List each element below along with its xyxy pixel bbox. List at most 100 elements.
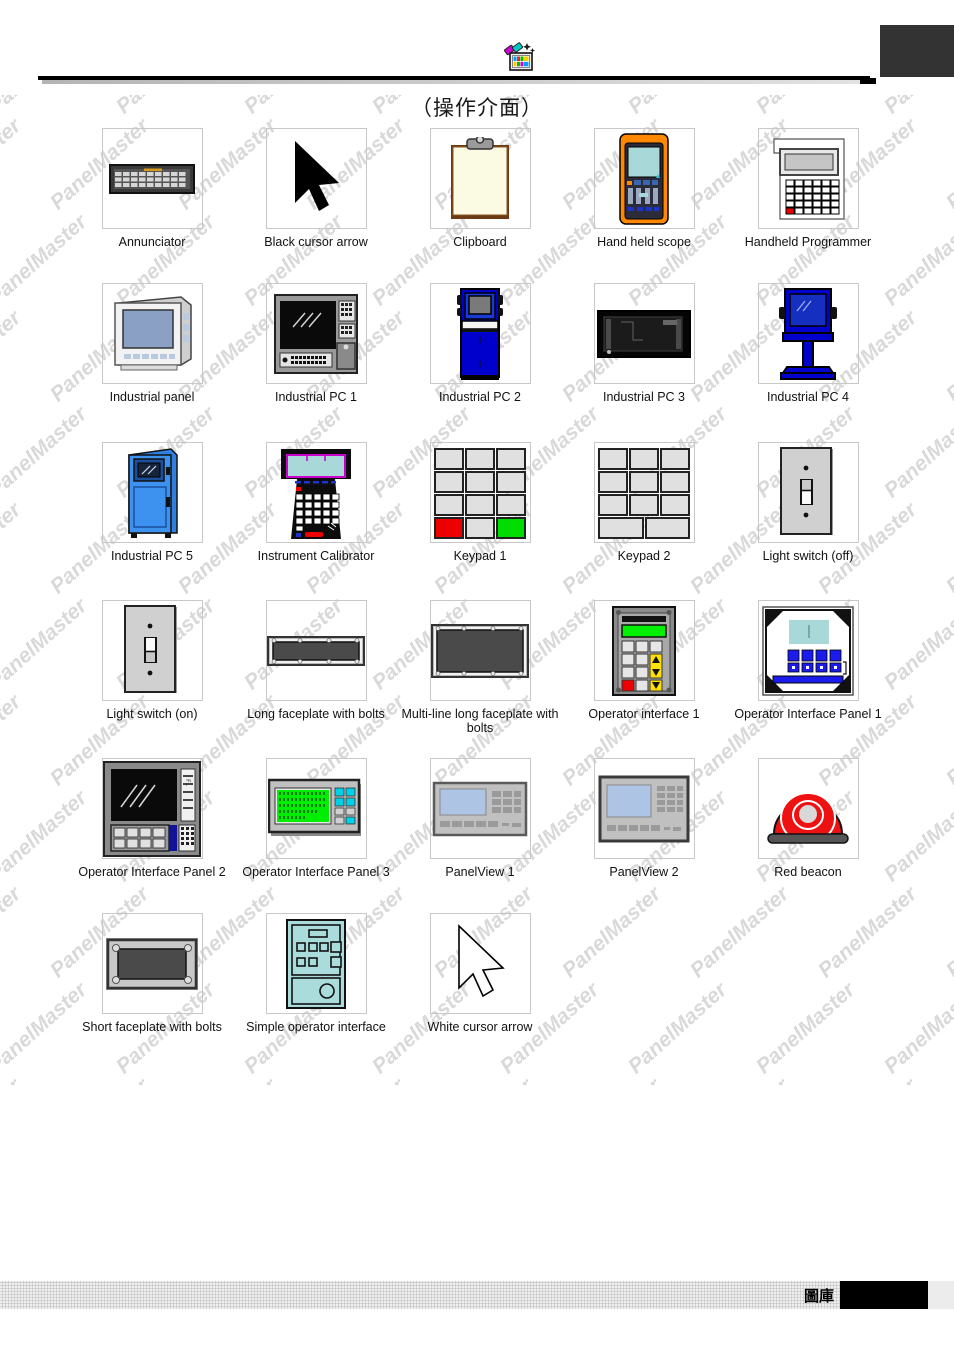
industrial-pc-2-icon[interactable]	[429, 283, 531, 384]
keypad-2-icon[interactable]	[593, 442, 695, 543]
gallery-item-handheld-programmer[interactable]: Handheld Programmer	[726, 128, 890, 283]
simple-operator-interface-icon[interactable]	[265, 913, 367, 1014]
watermark-text: PanelMaster	[942, 1074, 954, 1085]
gallery-item-black-cursor-arrow[interactable]: Black cursor arrow	[234, 128, 398, 283]
gallery-item-operator-interface-panel-2[interactable]: F1 Operator Interface Panel 2	[70, 758, 234, 913]
watermark-text: PanelMaster	[814, 1074, 922, 1085]
gallery-item-long-faceplate-with-bolts[interactable]: Long faceplate with bolts	[234, 600, 398, 758]
footer-label: 圖庫	[803, 1287, 834, 1305]
operator-interface-panel-2-icon[interactable]: F1	[101, 758, 203, 859]
gallery-item-instrument-calibrator[interactable]: Instrument Calibrator	[234, 442, 398, 600]
watermark-text: PanelMaster	[0, 498, 26, 599]
gallery-item-simple-operator-interface[interactable]: Simple operator interface	[234, 913, 398, 1053]
gallery-item-label: Industrial PC 2	[439, 390, 521, 404]
black-cursor-arrow-icon[interactable]	[265, 128, 367, 229]
light-switch-off-icon[interactable]	[757, 442, 859, 543]
watermark-text: PanelMaster	[879, 402, 954, 503]
watermark-text: PanelMaster	[879, 210, 954, 311]
instrument-calibrator-icon[interactable]	[265, 442, 367, 543]
gallery-item-label: Industrial PC 4	[767, 390, 849, 404]
gallery-item-hand-held-scope[interactable]: Hand held scope	[562, 128, 726, 283]
gallery-item-industrial-pc-2[interactable]: Industrial PC 2	[398, 283, 562, 442]
gallery-item-keypad-2[interactable]: Keypad 2	[562, 442, 726, 600]
gallery-item-label: PanelView 2	[609, 865, 679, 879]
gallery-item-label: Operator interface 1	[588, 707, 700, 721]
svg-text:F1: F1	[184, 779, 191, 787]
short-faceplate-with-bolts-icon[interactable]	[101, 913, 203, 1014]
corner-marker-tab	[860, 78, 876, 84]
gallery-item-industrial-pc-5[interactable]: Industrial PC 5	[70, 442, 234, 600]
industrial-pc-5-icon[interactable]	[101, 442, 203, 543]
watermark-text: PanelMaster	[879, 594, 954, 695]
gallery-item-label: Annunciator	[118, 235, 186, 249]
gallery-item-industrial-pc-1[interactable]: Industrial PC 1	[234, 283, 398, 442]
operator-interface-panel-3-icon[interactable]	[265, 758, 367, 859]
gallery-item-white-cursor-arrow[interactable]: White cursor arrow	[398, 913, 562, 1053]
gallery-item-label: Clipboard	[453, 235, 507, 249]
gallery-item-short-faceplate-with-bolts[interactable]: Short faceplate with bolts	[70, 913, 234, 1053]
watermark-text: PanelMaster	[174, 1074, 282, 1085]
magic-wand-palette-icon	[503, 42, 537, 72]
footer-black-bar	[840, 1281, 928, 1309]
red-beacon-icon[interactable]	[757, 758, 859, 859]
gallery-item-label: White cursor arrow	[427, 1020, 533, 1034]
gallery-item-label: Multi-line long faceplate with bolts	[401, 707, 559, 735]
industrial-panel-icon[interactable]	[101, 283, 203, 384]
gallery-item-industrial-panel[interactable]: Industrial panel	[70, 283, 234, 442]
footer-hatch	[0, 1281, 880, 1309]
long-faceplate-with-bolts-icon[interactable]	[265, 600, 367, 701]
watermark-text: PanelMaster	[46, 1074, 154, 1085]
gallery-item-light-switch-off[interactable]: Light switch (off)	[726, 442, 890, 600]
corner-marker-box	[880, 25, 954, 77]
gallery-item-red-beacon[interactable]: Red beacon	[726, 758, 890, 913]
watermark-text: PanelMaster	[0, 306, 26, 407]
multi-line-long-faceplate-icon[interactable]	[429, 600, 531, 701]
gallery-item-multi-line-long-faceplate[interactable]: Multi-line long faceplate with bolts	[398, 600, 562, 758]
gallery-item-label: Industrial panel	[109, 390, 195, 404]
gallery-item-keypad-1[interactable]: Keypad 1	[398, 442, 562, 600]
gallery-item-clipboard[interactable]: Clipboard	[398, 128, 562, 283]
watermark-text: PanelMaster	[0, 1074, 26, 1085]
industrial-pc-4-icon[interactable]	[757, 283, 859, 384]
gallery-item-label: Industrial PC 3	[603, 390, 685, 404]
hand-held-scope-icon[interactable]	[593, 128, 695, 229]
watermark-text: PanelMaster	[430, 1074, 538, 1085]
operator-interface-1-icon[interactable]	[593, 600, 695, 701]
gallery-item-industrial-pc-3[interactable]: Industrial PC 3	[562, 283, 726, 442]
page-title: （操作介面）	[411, 96, 543, 120]
watermark-text: PanelMaster	[0, 114, 26, 215]
keypad-1-icon[interactable]	[429, 442, 531, 543]
gallery-item-annunciator[interactable]: Annunciator	[70, 128, 234, 283]
gallery-item-label: Light switch (off)	[762, 549, 854, 563]
gallery-item-label: Keypad 2	[617, 549, 671, 563]
clipboard-icon[interactable]	[429, 128, 531, 229]
industrial-pc-1-icon[interactable]	[265, 283, 367, 384]
white-cursor-arrow-icon[interactable]	[429, 913, 531, 1014]
watermark-text: PanelMaster	[941, 498, 954, 599]
gallery-item-operator-interface-panel-3[interactable]: Operator Interface Panel 3	[234, 758, 398, 913]
gallery-item-label: Keypad 1	[453, 549, 507, 563]
handheld-programmer-icon[interactable]	[757, 128, 859, 229]
gallery-item-operator-interface-panel-1[interactable]: Operator Interface Panel 1	[726, 600, 890, 758]
gallery-item-light-switch-on[interactable]: Light switch (on)	[70, 600, 234, 758]
gallery-item-operator-interface-1[interactable]: Operator interface 1	[562, 600, 726, 758]
watermark-text: PanelMaster	[0, 882, 26, 983]
panelview-1-icon[interactable]	[429, 758, 531, 859]
gallery-item-label: Black cursor arrow	[264, 235, 368, 249]
light-switch-on-icon[interactable]	[101, 600, 203, 701]
gallery-item-label: Operator Interface Panel 3	[242, 865, 390, 879]
gallery-item-panelview-2[interactable]: PanelView 2	[562, 758, 726, 913]
gallery-item-label: Operator Interface Panel 1	[734, 707, 882, 721]
header-rule-shadow	[42, 80, 874, 84]
operator-interface-panel-1-icon[interactable]	[757, 600, 859, 701]
gallery-item-label: PanelView 1	[445, 865, 515, 879]
industrial-pc-3-icon[interactable]	[593, 283, 695, 384]
gallery-item-panelview-1[interactable]: PanelView 1	[398, 758, 562, 913]
watermark-text: PanelMaster	[941, 114, 954, 215]
panelview-2-icon[interactable]	[593, 758, 695, 859]
annunciator-icon[interactable]	[101, 128, 203, 229]
watermark-text: PanelMaster	[941, 690, 954, 791]
gallery-item-industrial-pc-4[interactable]: Industrial PC 4	[726, 283, 890, 442]
gallery-item-label: Simple operator interface	[246, 1020, 386, 1034]
footer-bar: 圖庫	[0, 1281, 954, 1309]
